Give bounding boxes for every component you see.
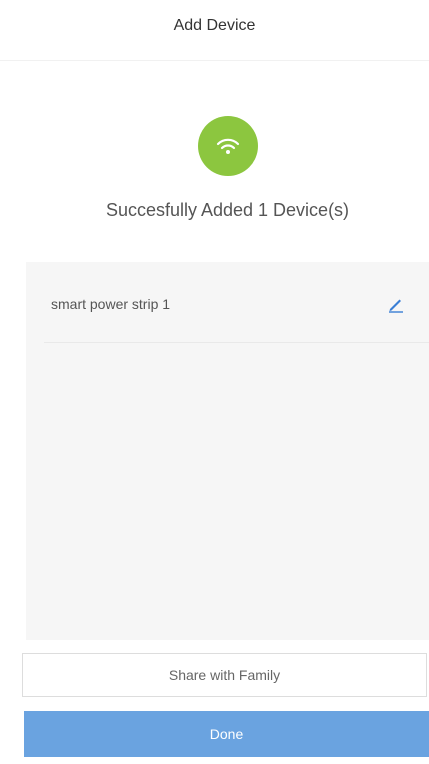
device-row[interactable]: smart power strip 1	[44, 262, 429, 343]
wifi-icon-glyph	[216, 138, 240, 154]
device-name: smart power strip 1	[51, 296, 171, 312]
share-button-label: Share with Family	[168, 667, 281, 683]
share-with-family-button[interactable]: Share with Family	[22, 653, 427, 697]
edit-pencil-icon[interactable]	[386, 294, 406, 314]
wifi-icon	[198, 116, 258, 176]
nav-bar: Add Device	[0, 0, 429, 61]
device-list: smart power strip 1	[26, 262, 429, 640]
done-button[interactable]: Done	[24, 711, 429, 757]
done-button-label: Done	[209, 726, 244, 742]
page-title: Add Device	[173, 17, 256, 34]
success-message: Succesfully Added 1 Device(s)	[105, 200, 350, 220]
add-device-screen: Add Device Succesfully Added 1 Device(s)…	[0, 0, 429, 764]
